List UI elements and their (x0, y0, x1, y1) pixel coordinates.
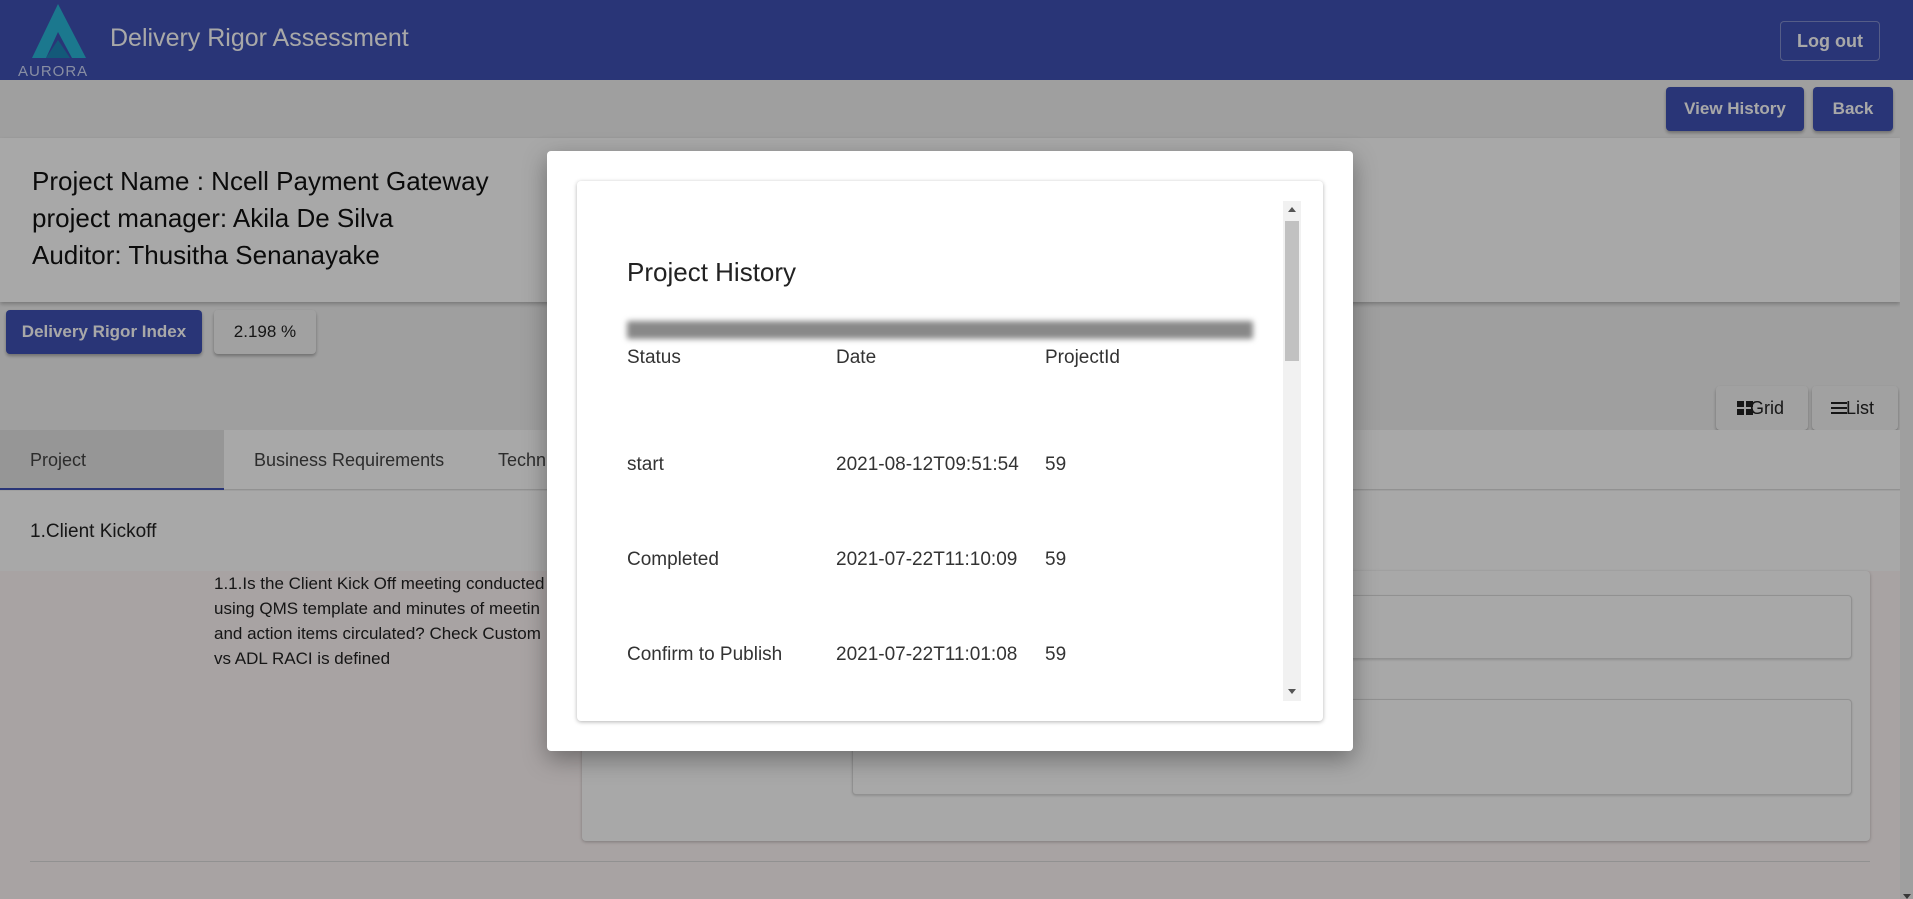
row-1-project-id: 59 (1045, 454, 1067, 475)
scroll-up-arrow-icon[interactable] (1288, 207, 1296, 212)
row-2-status: Completed (627, 549, 719, 570)
redacted-bar (627, 321, 1253, 339)
column-header-date: Date (836, 347, 877, 368)
scrollbar-thumb[interactable] (1285, 221, 1299, 361)
dialog-scrollbar[interactable] (1283, 201, 1301, 701)
row-3-project-id: 59 (1045, 644, 1067, 665)
dialog-title: Project History (627, 257, 797, 287)
project-history-dialog: Project History Status Date ProjectId st… (547, 151, 1353, 751)
row-3-status: Confirm to Publish (627, 644, 783, 665)
row-1-date: 2021-08-12T09:51:54 (836, 454, 1019, 475)
scroll-down-arrow-icon[interactable] (1288, 689, 1296, 694)
history-card: Project History Status Date ProjectId st… (577, 181, 1323, 721)
row-2-project-id: 59 (1045, 549, 1067, 570)
row-3-date: 2021-07-22T11:01:08 (836, 644, 1018, 665)
row-2-date: 2021-07-22T11:10:09 (836, 549, 1018, 570)
column-header-projectid: ProjectId (1045, 347, 1120, 368)
row-1-status: start (627, 454, 664, 475)
column-header-status: Status (627, 347, 681, 368)
